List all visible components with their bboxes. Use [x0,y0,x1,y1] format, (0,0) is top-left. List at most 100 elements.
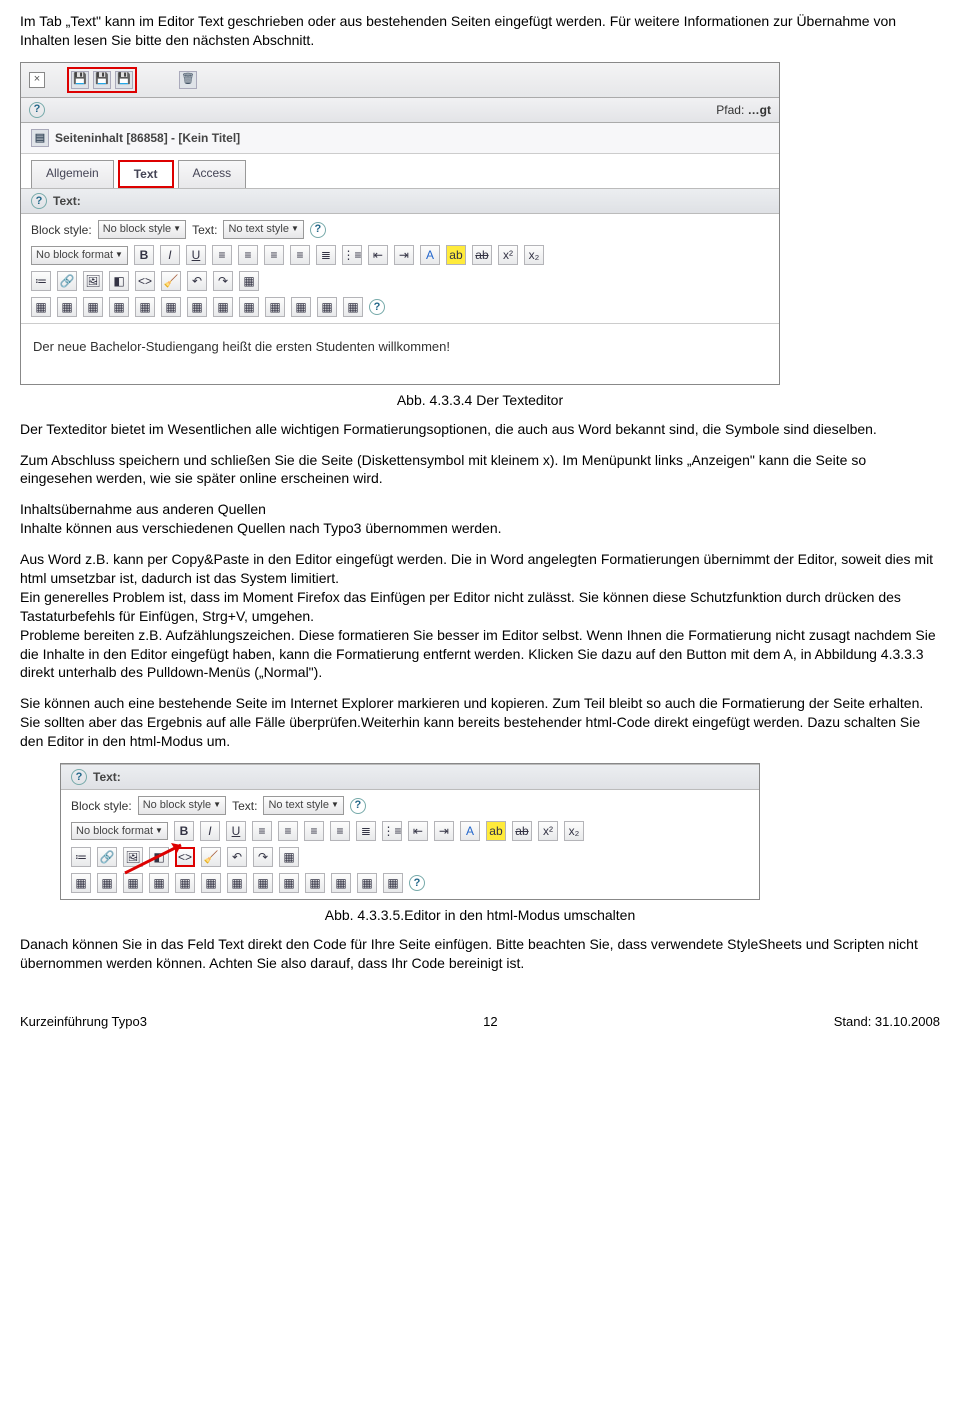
table-tool-icon[interactable]: ▦ [383,873,403,893]
image-button[interactable]: 🖼 [83,271,103,291]
highlighted-save-buttons: 💾 💾 💾 [67,67,137,93]
table-tool-icon[interactable]: ▦ [135,297,155,317]
font-color-button[interactable]: A [420,245,440,265]
path-display: Pfad: …gt [716,102,771,118]
tab-allgemein[interactable]: Allgemein [31,160,114,188]
table-tool-icon[interactable]: ▦ [57,297,77,317]
table-tool-icon[interactable]: ▦ [239,297,259,317]
help-icon[interactable]: ? [350,798,366,814]
align-right-button[interactable]: ≡ [264,245,284,265]
superscript-button[interactable]: x² [538,821,558,841]
superscript-button[interactable]: x² [498,245,518,265]
table-tool-icon[interactable]: ▦ [279,873,299,893]
close-icon[interactable]: × [29,72,45,88]
screenshot-html-mode: ? Text: Block style: No block style▼ Tex… [60,763,760,900]
remove-format-button[interactable]: 🧹 [161,271,181,291]
delete-icon[interactable]: 🗑 [179,71,197,89]
text-style-select[interactable]: No text style▼ [223,220,303,239]
align-left-button[interactable]: ≡ [212,245,232,265]
table-tool-icon[interactable]: ▦ [305,873,325,893]
ordered-list-button[interactable]: ≣ [316,245,336,265]
table-tool-icon[interactable]: ▦ [161,297,181,317]
subscript-button[interactable]: x₂ [564,821,584,841]
table-tool-icon[interactable]: ▦ [343,297,363,317]
align-right-button[interactable]: ≡ [304,821,324,841]
strikethrough-button[interactable]: ab [472,245,492,265]
align-justify-button[interactable]: ≡ [330,821,350,841]
table-button[interactable]: ▦ [239,271,259,291]
table-tool-icon[interactable]: ▦ [213,297,233,317]
page-footer: Kurzeinführung Typo3 12 Stand: 31.10.200… [20,1013,940,1031]
editor-toolbar: Block style: No block style▼ Text: No te… [61,790,759,899]
undo-button[interactable]: ↶ [187,271,207,291]
table-tool-icon[interactable]: ▦ [71,873,91,893]
underline-button[interactable]: U [186,245,206,265]
underline-button[interactable]: U [226,821,246,841]
save-view-icon[interactable]: 💾 [93,71,111,89]
table-tool-icon[interactable]: ▦ [97,873,117,893]
italic-button[interactable]: I [160,245,180,265]
editor-content-area[interactable]: Der neue Bachelor-Studiengang heißt die … [21,323,779,384]
align-center-button[interactable]: ≡ [238,245,258,265]
subscript-button[interactable]: x₂ [524,245,544,265]
unordered-list-button[interactable]: ⋮≡ [342,245,362,265]
block-style-select[interactable]: No block style▼ [98,220,186,239]
link-button[interactable]: 🔗 [97,847,117,867]
redo-button[interactable]: ↷ [253,847,273,867]
help-icon[interactable]: ? [409,875,425,891]
insert-object-button[interactable]: ◧ [109,271,129,291]
align-justify-button[interactable]: ≡ [290,245,310,265]
definition-list-button[interactable]: ≔ [31,271,51,291]
text: Inhalte können aus verschiedenen Quellen… [20,520,502,536]
highlight-button[interactable]: ab [446,245,466,265]
unordered-list-button[interactable]: ⋮≡ [382,821,402,841]
tab-access[interactable]: Access [178,160,247,188]
table-tool-icon[interactable]: ▦ [31,297,51,317]
table-button[interactable]: ▦ [279,847,299,867]
indent-button[interactable]: ⇥ [434,821,454,841]
undo-button[interactable]: ↶ [227,847,247,867]
table-tool-icon[interactable]: ▦ [291,297,311,317]
table-tool-icon[interactable]: ▦ [265,297,285,317]
table-tool-icon[interactable]: ▦ [331,873,351,893]
table-tool-icon[interactable]: ▦ [187,297,207,317]
table-tool-icon[interactable]: ▦ [83,297,103,317]
editor-top-toolbar: × 💾 💾 💾 🗑 [21,63,779,98]
align-center-button[interactable]: ≡ [278,821,298,841]
bold-button[interactable]: B [134,245,154,265]
font-color-button[interactable]: A [460,821,480,841]
block-style-select[interactable]: No block style▼ [138,796,226,815]
table-tool-icon[interactable]: ▦ [317,297,337,317]
save-icon[interactable]: 💾 [71,71,89,89]
strikethrough-button[interactable]: ab [512,821,532,841]
block-style-label: Block style: [71,798,132,814]
figure-caption-1: Abb. 4.3.3.4 Der Texteditor [20,391,940,410]
redo-button[interactable]: ↷ [213,271,233,291]
text-section-header: ? Text: [61,764,759,790]
table-tool-icon[interactable]: ▦ [357,873,377,893]
help-icon[interactable]: ? [31,193,47,209]
definition-list-button[interactable]: ≔ [71,847,91,867]
align-left-button[interactable]: ≡ [252,821,272,841]
table-tool-icon[interactable]: ▦ [253,873,273,893]
tab-text[interactable]: Text [118,160,174,188]
footer-left: Kurzeinführung Typo3 [20,1013,147,1031]
path-value: …gt [748,103,771,117]
table-tool-icon[interactable]: ▦ [227,873,247,893]
ordered-list-button[interactable]: ≣ [356,821,376,841]
html-mode-button[interactable]: <> [135,271,155,291]
block-format-select[interactable]: No block format▼ [31,246,128,265]
editor-toolbar: Block style: No block style▼ Text: No te… [21,214,779,323]
help-icon[interactable]: ? [310,222,326,238]
outdent-button[interactable]: ⇤ [408,821,428,841]
highlight-button[interactable]: ab [486,821,506,841]
indent-button[interactable]: ⇥ [394,245,414,265]
help-icon[interactable]: ? [369,299,385,315]
save-close-icon[interactable]: 💾 [115,71,133,89]
help-icon[interactable]: ? [71,769,87,785]
help-icon[interactable]: ? [29,102,45,118]
text-style-select[interactable]: No text style▼ [263,796,343,815]
table-tool-icon[interactable]: ▦ [109,297,129,317]
outdent-button[interactable]: ⇤ [368,245,388,265]
link-button[interactable]: 🔗 [57,271,77,291]
